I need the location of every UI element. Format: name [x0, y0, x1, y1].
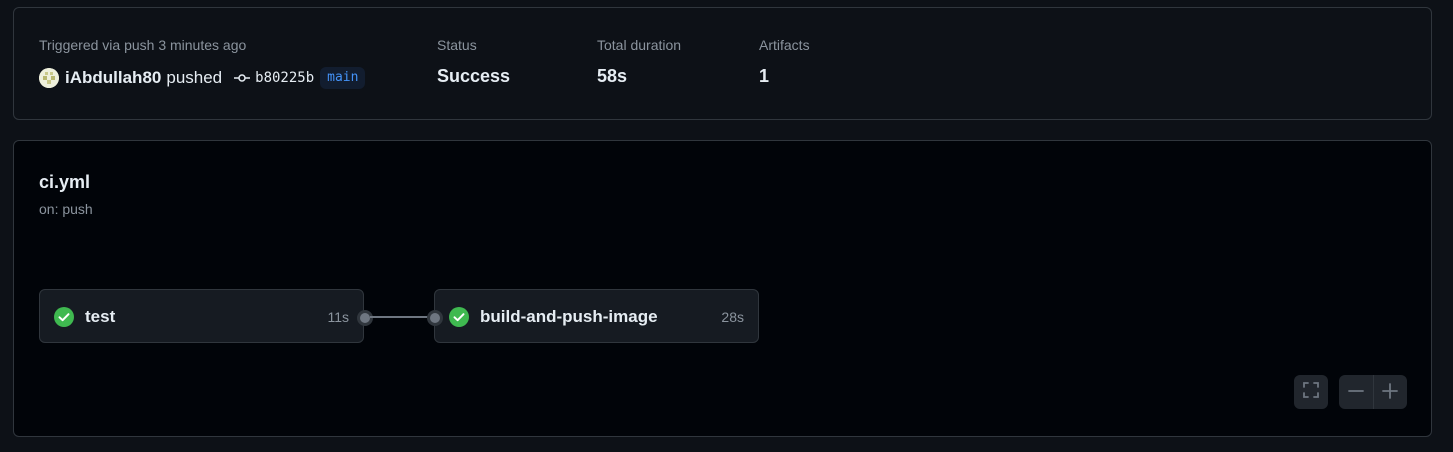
workflow-trigger: on: push [39, 201, 93, 217]
workflow-graph-panel: ci.yml on: push test 11s build-and-push-… [13, 140, 1432, 437]
job-card-test[interactable]: test 11s [39, 289, 364, 343]
job-input-connector-dot [427, 310, 443, 326]
artifacts-label: Artifacts [759, 37, 810, 53]
zoom-controls [1339, 375, 1407, 409]
job-output-connector-dot [357, 310, 373, 326]
actor-avatar[interactable] [39, 68, 59, 88]
git-commit-icon [234, 70, 251, 86]
job-name: build-and-push-image [480, 307, 658, 326]
job-card-build-and-push-image[interactable]: build-and-push-image 28s [434, 289, 759, 343]
success-check-icon [54, 307, 74, 327]
duration-label: Total duration [597, 37, 682, 53]
trigger-details: iAbdullah80 pushed b80225b main [39, 66, 366, 90]
job-duration: 28s [721, 309, 744, 325]
status-value: Success [437, 66, 511, 86]
artifacts-count-link[interactable]: 1 [759, 66, 769, 87]
job-dependency-line [370, 316, 430, 318]
workflow-file-name[interactable]: ci.yml [39, 172, 90, 193]
zoom-out-button[interactable] [1339, 375, 1373, 409]
trigger-text: Triggered via push 3 minutes ago [39, 37, 247, 53]
action-text: pushed [166, 68, 223, 87]
run-summary-panel: Triggered via push 3 minutes ago iAbdull… [13, 7, 1432, 120]
fullscreen-button[interactable] [1294, 375, 1328, 409]
zoom-in-button[interactable] [1374, 375, 1408, 409]
duration-value: 58s [597, 66, 628, 86]
actor-name[interactable]: iAbdullah80 [65, 68, 161, 88]
job-duration: 11s [327, 309, 349, 325]
minus-icon [1347, 379, 1364, 405]
success-check-icon [449, 307, 469, 327]
plus-icon [1382, 379, 1399, 405]
job-name: test [85, 307, 116, 326]
status-label: Status [437, 37, 477, 53]
branch-badge[interactable]: main [320, 67, 366, 89]
commit-sha-link[interactable]: b80225b [255, 70, 314, 86]
fullscreen-icon [1302, 381, 1320, 404]
